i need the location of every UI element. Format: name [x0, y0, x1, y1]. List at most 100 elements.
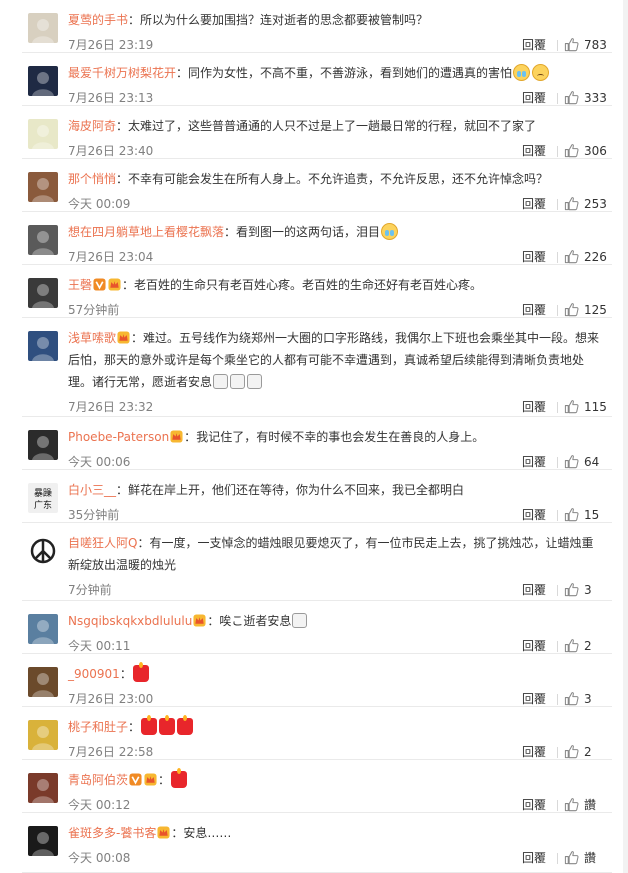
action-divider [557, 641, 558, 652]
thumbs-up-icon [564, 639, 579, 653]
user-avatar[interactable] [28, 430, 58, 460]
member-crown-icon[interactable] [193, 614, 206, 627]
reply-button[interactable]: 回覆 [522, 396, 546, 418]
user-avatar[interactable] [28, 667, 58, 697]
colon-separator: ： [128, 720, 141, 734]
comment-text: 最爱千树万树梨花开：同作为女性，不高不重，不善游泳，看到她们的遭遇真的害怕 [68, 62, 612, 84]
username-link[interactable]: Phoebe-Paterson [68, 430, 169, 444]
candle-emoji-icon [171, 768, 188, 788]
username-link[interactable]: 自嗟狂人阿Q [68, 536, 137, 550]
comment-text: 青岛阿伯茨 ： [68, 768, 612, 791]
thumbs-up-icon [564, 91, 579, 105]
thumbs-up-icon [564, 692, 579, 706]
action-divider [557, 800, 558, 811]
comment-body: 雀斑多多-饕书客 ：安息…… 今天 00:08 回覆 讚 [68, 822, 612, 869]
comment-text: _900901： [68, 662, 612, 685]
like-count: 3 [584, 583, 592, 597]
user-avatar[interactable] [28, 13, 58, 43]
reply-button[interactable]: 回覆 [522, 579, 546, 601]
username-link[interactable]: 那个悄悄 [68, 172, 116, 186]
user-avatar[interactable] [28, 773, 58, 803]
username-link[interactable]: 桃子和肚子 [68, 720, 128, 734]
candle-emoji-icon [132, 662, 149, 682]
user-avatar[interactable] [28, 119, 58, 149]
username-link[interactable]: 夏莺的手书 [68, 13, 128, 27]
comment-meta: 7分钟前 回覆 3 [68, 579, 612, 601]
member-crown-icon[interactable] [108, 278, 121, 291]
avatar-image [28, 614, 58, 644]
action-divider [557, 305, 558, 316]
action-divider [557, 146, 558, 157]
vip-v-icon[interactable] [93, 278, 106, 291]
user-avatar[interactable] [28, 536, 58, 566]
username-link[interactable]: 雀斑多多-饕书客 [68, 826, 156, 840]
candle-pray-emoji-icon [230, 374, 246, 389]
colon-separator: ： [119, 667, 132, 681]
comment-item: 海皮阿奇：太难过了，这些普普通通的人只不过是上了一趟最日常的行程，就回不了家了 7… [22, 106, 612, 159]
user-avatar[interactable] [28, 826, 58, 856]
avatar-image [28, 225, 58, 255]
user-avatar[interactable] [28, 720, 58, 750]
thumbs-up-icon [564, 250, 579, 264]
colon-separator: ： [176, 66, 189, 80]
username-link[interactable]: 王磬 [68, 278, 92, 292]
username-link[interactable]: 白小三__ [68, 483, 116, 497]
user-avatar[interactable] [28, 225, 58, 255]
candle-pray-emoji-icon [292, 613, 308, 628]
user-avatar[interactable] [28, 66, 58, 96]
avatar-image [28, 119, 58, 149]
colon-separator: ： [122, 278, 135, 292]
username-link[interactable]: _900901 [68, 667, 120, 681]
comment-body: 桃子和肚子： 7月26日 22:58 回覆 2 [68, 715, 612, 763]
member-crown-icon[interactable] [144, 773, 157, 786]
username-link[interactable]: 想在四月躺草地上看樱花飘落 [68, 225, 224, 239]
vip-v-icon[interactable] [129, 773, 142, 786]
action-divider [557, 93, 558, 104]
username-link[interactable]: 最爱千树万树梨花开 [68, 66, 176, 80]
scrollbar-track[interactable] [623, 0, 628, 873]
comment-content: 唉こ逝者安息 [219, 614, 292, 628]
avatar-image [28, 667, 58, 697]
member-crown-icon[interactable] [157, 826, 170, 839]
avatar-image [28, 331, 58, 361]
like-button[interactable]: 115 [564, 396, 612, 418]
username-link[interactable]: 青岛阿伯茨 [68, 773, 128, 787]
comment-item: Nsgqibskqkxbdlululu ：唉こ逝者安息 今天 00:11 回覆 2 [22, 601, 612, 654]
user-avatar[interactable] [28, 331, 58, 361]
username-link[interactable]: 海皮阿奇 [68, 119, 116, 133]
thumbs-up-icon [564, 455, 579, 469]
action-divider [557, 853, 558, 864]
username-link[interactable]: 浅草嗦歌 [68, 331, 116, 345]
timestamp: 今天 00:08 [68, 851, 131, 865]
timestamp: 7分钟前 [68, 583, 112, 597]
colon-separator: ： [116, 172, 129, 186]
member-crown-icon[interactable] [117, 331, 130, 344]
comment-item: 雀斑多多-饕书客 ：安息…… 今天 00:08 回覆 讚 [22, 813, 612, 873]
thumbs-up-icon [564, 197, 579, 211]
candle-emoji-icon [141, 715, 158, 735]
avatar-image: 暴躁广东 [28, 483, 58, 513]
user-avatar[interactable] [28, 278, 58, 308]
comment-content: 老百姓的生命只有老百姓心疼。老百姓的生命还好有老百姓心疼。 [134, 278, 483, 292]
colon-separator: ： [171, 826, 184, 840]
candle-pray-emoji-icon [213, 374, 229, 389]
user-avatar[interactable] [28, 172, 58, 202]
comment-text: 那个悄悄：不幸有可能会发生在所有人身上。不允许追责，不允许反思，还不允许悼念吗？ [68, 168, 612, 190]
comment-text: Nsgqibskqkxbdlululu ：唉こ逝者安息 [68, 610, 612, 632]
avatar-image [28, 773, 58, 803]
action-divider [557, 510, 558, 521]
comment-item: 青岛阿伯茨：今天 00:12 回覆讚 [22, 760, 612, 813]
like-button[interactable]: 讚 [564, 847, 612, 869]
member-crown-icon[interactable] [170, 430, 183, 443]
reply-button[interactable]: 回覆 [522, 847, 546, 869]
username-link[interactable]: Nsgqibskqkxbdlululu [68, 614, 192, 628]
action-divider [557, 457, 558, 468]
avatar-image [28, 13, 58, 43]
like-button[interactable]: 3 [564, 579, 612, 601]
colon-separator: ： [207, 614, 220, 628]
comment-item: 暴躁 广东 白小三__：鲜花在岸上开，他们还在等待，你为什么不回来，我已全都明白 35… [22, 470, 612, 523]
comment-item: Phoebe-Paterson ：我记住了，有时候不幸的事也会发生在善良的人身上。… [22, 417, 612, 470]
user-avatar[interactable] [28, 614, 58, 644]
avatar-image [28, 66, 58, 96]
user-avatar[interactable]: 暴躁 广东 [28, 483, 58, 513]
